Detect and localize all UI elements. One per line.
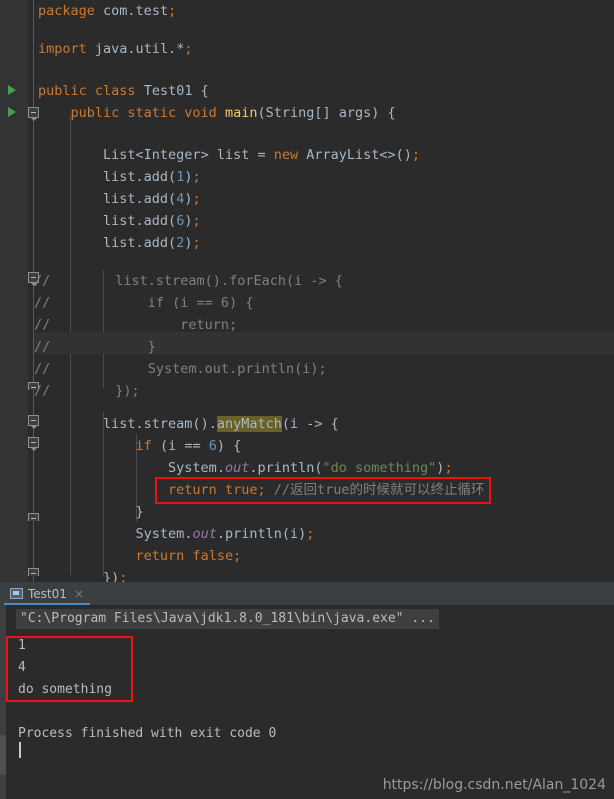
code-line[interactable]: list.add(2); xyxy=(0,232,201,254)
code-line-commented[interactable]: // System.out.println(i); xyxy=(0,358,327,380)
code-line[interactable]: List<Integer> list = new ArrayList<>(); xyxy=(0,144,420,166)
run-console-panel[interactable]: Test01 × "C:\Program Files\Java\jdk1.8.0… xyxy=(0,582,614,799)
code-line[interactable]: list.add(1); xyxy=(0,166,201,188)
code-line-commented[interactable]: // list.stream().forEach(i -> { xyxy=(0,270,343,292)
code-line[interactable]: public class Test01 { xyxy=(0,80,209,102)
code-line-commented[interactable]: // }); xyxy=(0,380,140,402)
code-line-commented[interactable]: // return; xyxy=(0,314,237,336)
console-exit-message: Process finished with exit code 0 xyxy=(18,726,277,741)
code-line-anymatch[interactable]: list.stream().anyMatch(i -> { xyxy=(0,413,339,435)
code-line[interactable]: System.out.println(i); xyxy=(0,523,315,545)
code-line[interactable]: public static void main(String[] args) { xyxy=(0,102,396,124)
highlighted-token[interactable]: anyMatch xyxy=(216,416,282,432)
console-tab-test01[interactable]: Test01 × xyxy=(4,582,90,605)
code-line[interactable]: list.add(4); xyxy=(0,188,201,210)
console-output-line: 1 xyxy=(18,638,26,653)
watermark-url: https://blog.csdn.net/Alan_1024 xyxy=(382,777,606,793)
code-line[interactable]: list.add(6); xyxy=(0,210,201,232)
code-line[interactable]: import java.util.*; xyxy=(0,38,192,60)
code-line[interactable]: if (i == 6) { xyxy=(0,435,242,457)
code-lines[interactable]: package com.test; import java.util.*; pu… xyxy=(0,0,614,582)
console-output[interactable]: "C:\Program Files\Java\jdk1.8.0_181\bin\… xyxy=(6,605,614,799)
console-caret xyxy=(19,742,21,758)
console-output-line: 4 xyxy=(18,660,26,675)
code-line-commented[interactable]: // if (i == 6) { xyxy=(0,292,253,314)
console-tab-label: Test01 xyxy=(28,586,67,601)
code-line[interactable]: } xyxy=(0,501,144,523)
code-line-return-true[interactable]: return true; //返回true的时候就可以终止循环 xyxy=(0,479,484,501)
close-icon[interactable]: × xyxy=(74,587,84,601)
code-line-commented[interactable]: // } xyxy=(0,336,156,358)
code-line[interactable]: return false; xyxy=(0,545,242,567)
console-command-line: "C:\Program Files\Java\jdk1.8.0_181\bin\… xyxy=(16,609,439,629)
console-output-line: do something xyxy=(18,682,112,697)
run-configuration-icon xyxy=(10,588,23,599)
code-editor[interactable]: package com.test; import java.util.*; pu… xyxy=(0,0,614,582)
code-line[interactable]: }); xyxy=(0,567,127,582)
console-tab-bar: Test01 × xyxy=(0,582,614,605)
code-line[interactable]: System.out.println("do something"); xyxy=(0,457,453,479)
code-line[interactable]: package com.test; xyxy=(0,0,176,22)
